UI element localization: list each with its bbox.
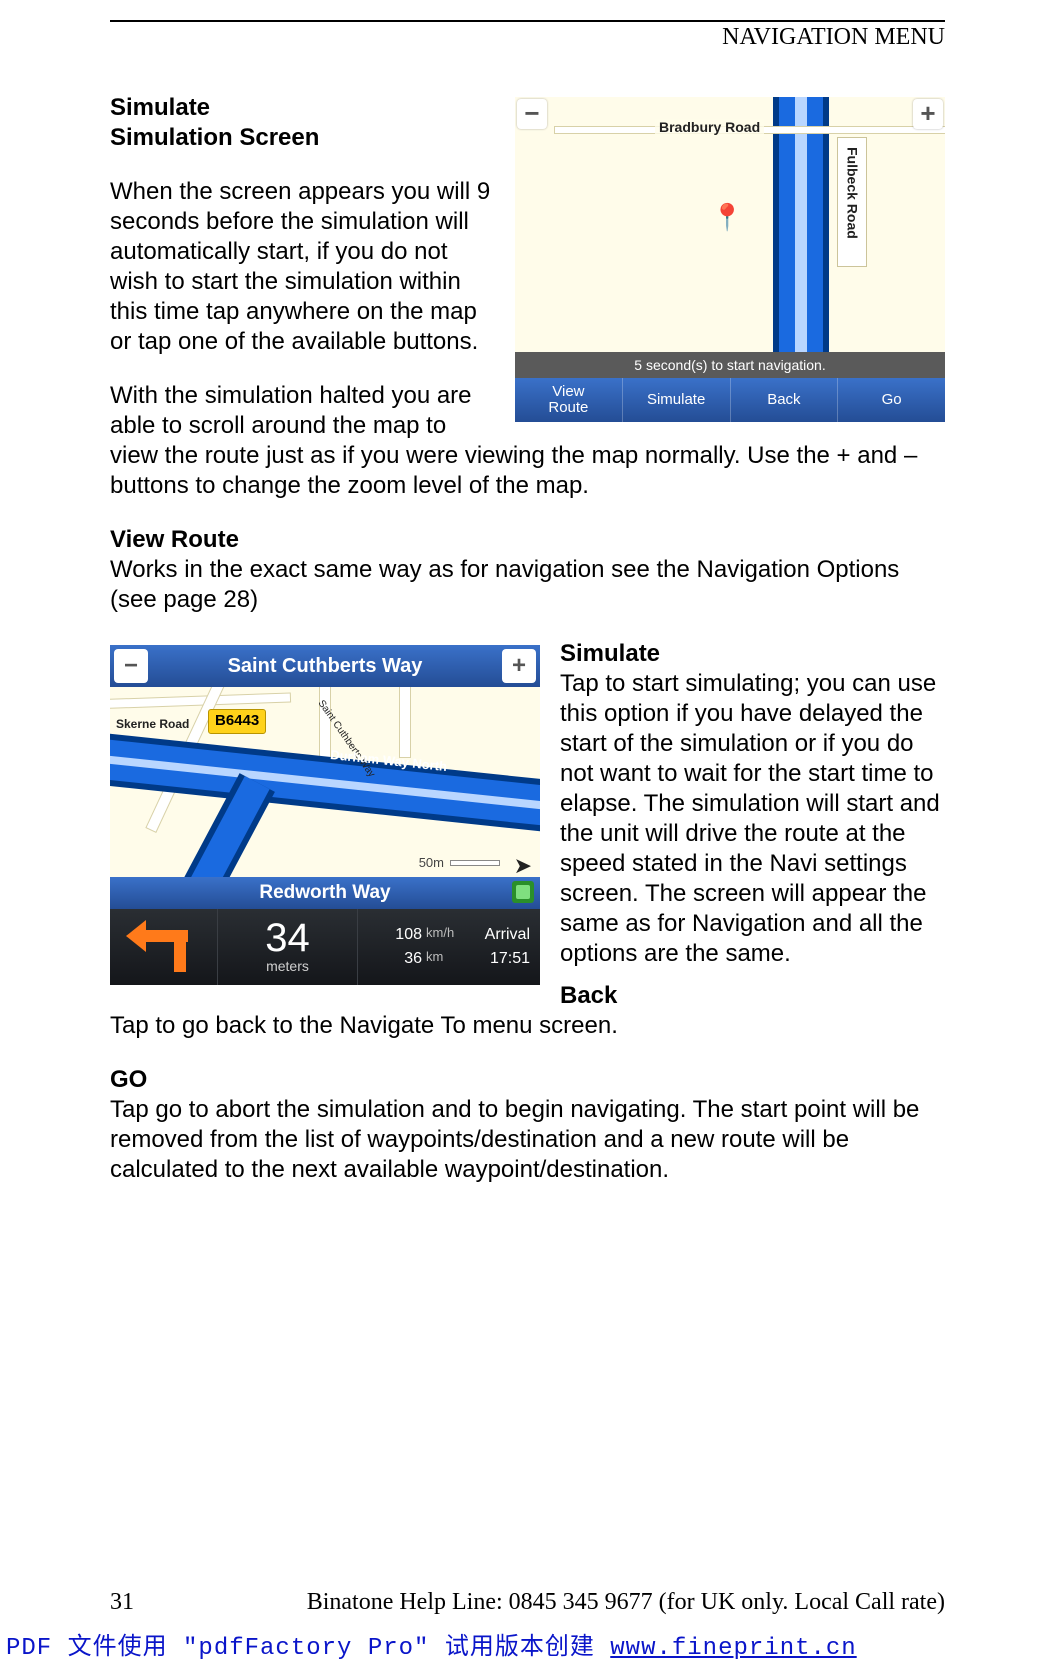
countdown-bar: 5 second(s) to start navigation. [515, 352, 945, 378]
view-route-button[interactable]: View Route [515, 378, 623, 422]
pdf-watermark: PDF 文件使用 "pdfFactory Pro" 试用版本创建 www.fin… [6, 1626, 857, 1662]
turn-indicator [110, 909, 218, 985]
go-button[interactable]: Go [838, 378, 945, 422]
road-shield-b6443: B6443 [208, 709, 266, 734]
cursor-icon: ➤ [514, 852, 532, 878]
map-area[interactable]: Bradbury Road Fulbeck Road 📍 − + [515, 97, 945, 352]
para-go: Tap go to abort the simulation and to be… [110, 1095, 945, 1185]
para-view-route: Works in the exact same way as for navig… [110, 555, 945, 615]
page-header: NAVIGATION MENU [110, 22, 945, 51]
current-road-title: Saint Cuthberts Way [152, 654, 498, 679]
road-label-bradbury: Bradbury Road [655, 119, 764, 137]
heading-view-route: View Route [110, 525, 945, 555]
zoom-in-button[interactable]: + [913, 99, 943, 129]
heading-back: Back [110, 981, 945, 1011]
back-button[interactable]: Back [731, 378, 839, 422]
next-road-bar: Redworth Way [110, 877, 540, 909]
para-back: Tap to go back to the Navigate To menu s… [110, 1011, 945, 1041]
gps-signal-icon [512, 881, 534, 903]
page-number: 31 [110, 1589, 190, 1616]
turn-left-icon [132, 922, 196, 972]
simulate-button[interactable]: Simulate [623, 378, 731, 422]
road-label-skerne: Skerne Road [116, 717, 189, 732]
zoom-out-button-2[interactable]: − [114, 649, 148, 683]
helpline-text: Binatone Help Line: 0845 345 9677 (for U… [190, 1589, 945, 1616]
map-scale: 50m [419, 855, 500, 871]
heading-go: GO [110, 1065, 945, 1095]
road-label-fulbeck: Fulbeck Road [843, 147, 861, 239]
pdf-watermark-link[interactable]: www.fineprint.cn [610, 1635, 856, 1662]
trip-stats: 108 km/h Arrival 36 km 17:51 [358, 909, 540, 985]
figure-simulation-screen: Bradbury Road Fulbeck Road 📍 − + 5 secon… [515, 97, 945, 422]
pushpin-icon: 📍 [711, 201, 743, 234]
nav-info-bar: 34 meters 108 km/h Arrival 36 km 17:51 [110, 909, 540, 985]
zoom-in-button-2[interactable]: + [502, 649, 536, 683]
zoom-out-button[interactable]: − [517, 99, 547, 129]
figure-navigation-screen: − Saint Cuthberts Way + Skerne Road B644… [110, 645, 540, 985]
distance-to-turn: 34 meters [218, 909, 358, 985]
map-area-2[interactable]: Skerne Road B6443 Saint Cuthberts Way Du… [110, 687, 540, 877]
